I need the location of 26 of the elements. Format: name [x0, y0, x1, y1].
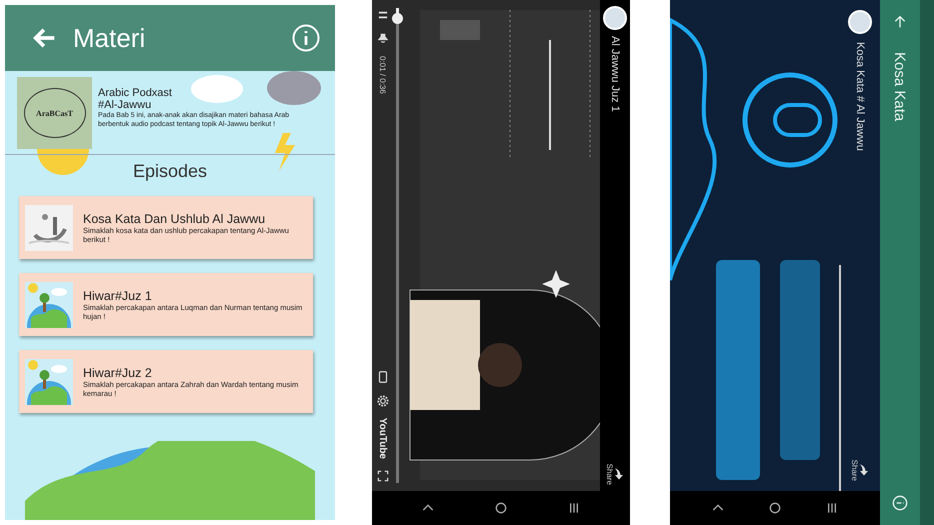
brand-label[interactable]: YouTube	[378, 418, 388, 459]
podcast-title: Arabic Podxast #Al-Jawwu	[98, 87, 173, 111]
episode-title: Hiwar#Juz 1	[83, 288, 153, 302]
logo-text: AraBCasT	[36, 108, 73, 118]
episode-title: Hiwar#Juz 2	[83, 366, 153, 380]
lightning-icon	[273, 133, 295, 171]
home-icon[interactable]	[767, 500, 784, 516]
share-icon	[860, 464, 870, 476]
back-arrow-icon[interactable]	[892, 14, 908, 30]
video-title: Al Jawwu Juz 1	[609, 36, 621, 114]
home-icon[interactable]	[493, 500, 510, 516]
screen-title: Materi	[73, 22, 146, 54]
share-button[interactable]: Share	[606, 464, 624, 485]
channel-avatar[interactable]	[603, 6, 627, 30]
info-icon[interactable]	[892, 495, 908, 511]
video-title: Kosa Kata # Al Jawwu	[854, 42, 866, 153]
share-icon	[614, 468, 624, 480]
fullscreen-icon[interactable]	[376, 469, 390, 483]
cloud-icon	[191, 75, 243, 103]
episode-title: Kosa Kata Dan Ushlub Al Jawwu	[83, 212, 266, 226]
section-title: Episodes	[132, 161, 208, 182]
screen-title: Kosa Kata	[892, 52, 908, 124]
share-button[interactable]: Share	[850, 460, 870, 481]
settings-icon[interactable]	[376, 394, 390, 408]
video-time: 0:01 / 0:36	[378, 56, 388, 96]
storm-cloud-icon	[267, 71, 321, 105]
